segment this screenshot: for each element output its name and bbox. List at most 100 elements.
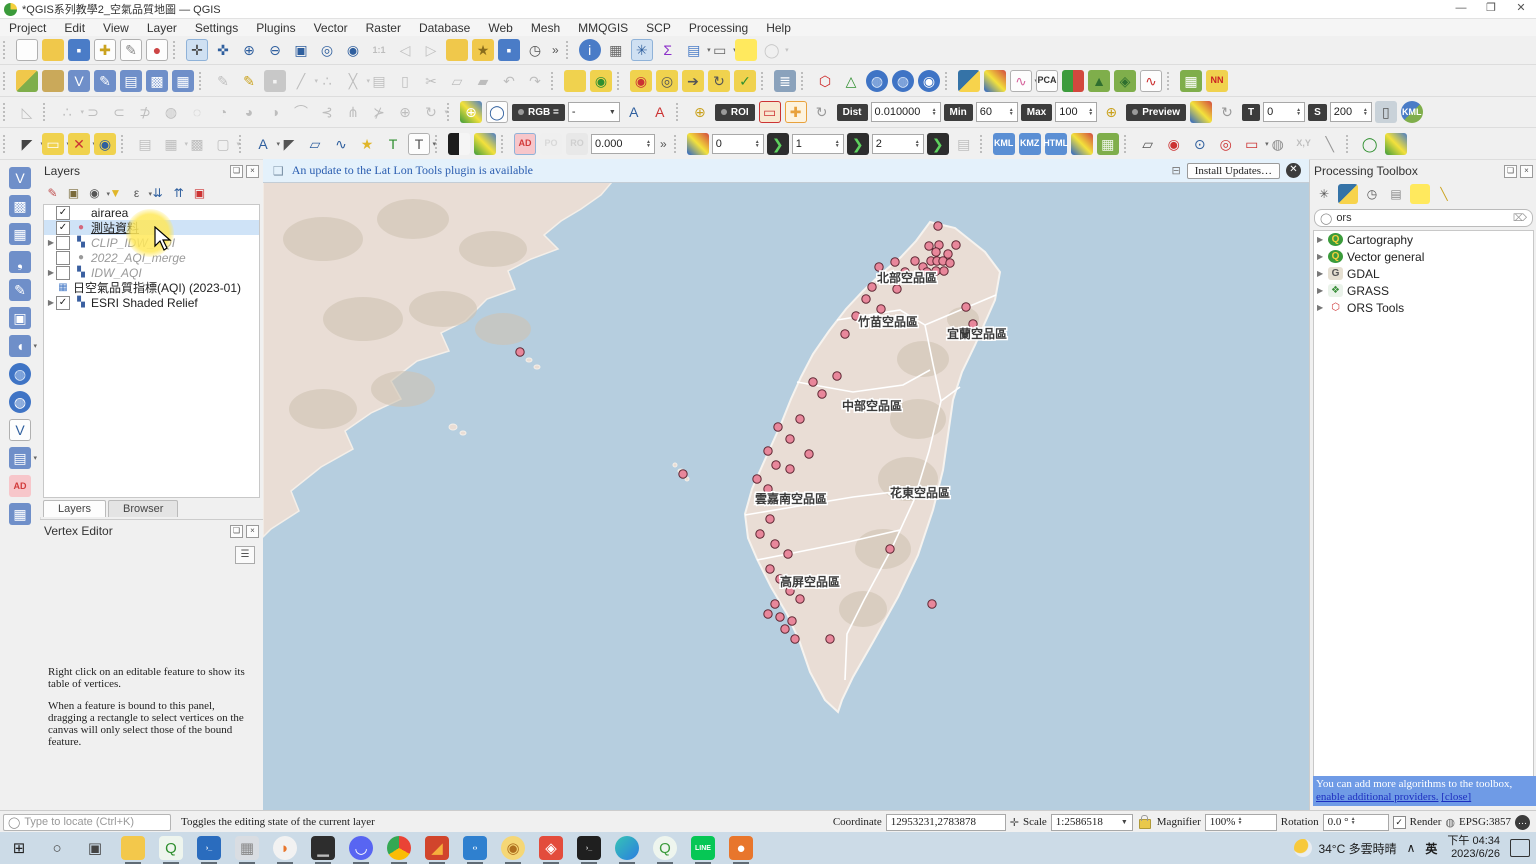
edit-in-place[interactable] <box>1410 184 1430 204</box>
app-red-diamond[interactable]: ◈ <box>539 836 563 860</box>
menu-web[interactable]: Web <box>479 21 521 35</box>
layer-item-4[interactable]: ▶▚IDW_AQI <box>44 265 259 280</box>
expand-arrow-icon[interactable]: ▶ <box>1317 303 1328 312</box>
action-center-icon[interactable] <box>1510 839 1530 857</box>
style-manager[interactable]: ● <box>146 39 168 61</box>
expand-arrow-icon[interactable]: ▶ <box>1317 252 1328 261</box>
add-wms-layer[interactable]: ◍ <box>9 363 31 385</box>
vscode[interactable]: ‹› <box>463 836 487 860</box>
monitoring-station-point[interactable] <box>818 390 826 398</box>
filter-by-expression[interactable]: ε▾ <box>127 183 146 202</box>
monitoring-station-point[interactable] <box>952 241 960 249</box>
ad-plugin[interactable]: AD <box>514 133 536 155</box>
add-geopackage-layer[interactable] <box>42 70 64 92</box>
layer-checkbox[interactable]: ✓ <box>56 206 70 220</box>
print-layout-list[interactable]: ▤▾ <box>683 39 705 61</box>
layer-label[interactable]: airarea <box>91 206 128 220</box>
layer-checkbox[interactable] <box>56 251 70 265</box>
change-label[interactable]: ✓ <box>734 70 756 92</box>
processing-group-vector-general[interactable]: ▶QVector general <box>1314 248 1533 265</box>
add-wfs-layer[interactable]: V <box>9 419 31 441</box>
terrain-shading[interactable]: ▲ <box>1088 70 1110 92</box>
layer-search[interactable]: ◯ <box>1359 133 1381 155</box>
close-button[interactable]: ✕ <box>1506 0 1536 18</box>
layer-checkbox[interactable] <box>56 236 70 250</box>
add-wms-globe[interactable]: ◍ <box>866 70 888 92</box>
expand-all[interactable]: ⇊ <box>148 183 167 202</box>
kmz-export[interactable]: KMZ <box>1019 133 1041 155</box>
monitoring-station-point[interactable] <box>911 257 919 265</box>
monitoring-station-point[interactable] <box>826 635 834 643</box>
results-log[interactable]: ▤ <box>1386 184 1406 204</box>
scp-roi-add[interactable]: ✚ <box>785 101 807 123</box>
expand-arrow-icon[interactable]: ▶ <box>1317 269 1328 278</box>
layer-checkbox[interactable]: ✓ <box>56 296 70 310</box>
monitoring-station-point[interactable] <box>877 305 885 313</box>
edge[interactable] <box>615 836 639 860</box>
scp-preview-grid[interactable] <box>1190 101 1212 123</box>
map-views[interactable]: ▪ <box>498 39 520 61</box>
menu-help[interactable]: Help <box>757 21 800 35</box>
expand-arrow-icon[interactable]: ▶ <box>1317 235 1328 244</box>
firefox[interactable]: ◗ <box>273 836 297 860</box>
toolbar-overflow-chevron[interactable]: » <box>660 137 667 151</box>
band-play-1[interactable]: ❯ <box>767 133 789 155</box>
processing-float-button[interactable]: ❏ <box>1504 165 1517 178</box>
scp-zoom-roi[interactable]: ⊕ <box>689 101 711 123</box>
install-updates-button[interactable]: Install Updates… <box>1187 163 1280 179</box>
monitoring-station-point[interactable] <box>962 303 970 311</box>
add-virtual-layer[interactable]: ▤▾ <box>9 447 31 469</box>
open-project[interactable] <box>42 39 64 61</box>
html-export[interactable]: HTML <box>1045 133 1067 155</box>
add-gpx-layer[interactable]: ✎ <box>9 279 31 301</box>
group-label[interactable]: GDAL <box>1347 267 1380 281</box>
scp-roi-rect[interactable]: ▭ <box>759 101 781 123</box>
temporal-chart[interactable]: ∿ <box>1140 70 1162 92</box>
discord[interactable]: ◡ <box>349 836 373 860</box>
magnifier-input[interactable]: 100%▲▼ <box>1205 814 1277 831</box>
close-footer-link[interactable]: [close] <box>1441 791 1471 803</box>
mmqgis-voronoi[interactable]: △ <box>840 70 862 92</box>
pale-map[interactable]: ▦ <box>1097 133 1119 155</box>
add-gpx-layer[interactable]: ✎ <box>94 70 116 92</box>
ad-plugin-left[interactable]: AD <box>9 475 31 497</box>
scp-stretch-blue[interactable]: A <box>623 101 645 123</box>
enable-providers-link[interactable]: enable additional providers. <box>1316 791 1439 803</box>
minimize-button[interactable]: — <box>1446 0 1476 18</box>
band-play-2[interactable]: ❯ <box>847 133 869 155</box>
map-tips[interactable] <box>735 39 757 61</box>
group-label[interactable]: ORS Tools <box>1347 301 1404 315</box>
monitoring-station-point[interactable] <box>772 461 780 469</box>
select-by-location[interactable]: ◉ <box>94 133 116 155</box>
menu-layer[interactable]: Layer <box>138 21 186 35</box>
monitoring-station-point[interactable] <box>925 242 933 250</box>
search-button[interactable]: ○ <box>45 836 69 860</box>
add-virtual-layer[interactable]: ▤ <box>120 70 142 92</box>
coordinate-input[interactable]: 12953231,2783878 <box>886 814 1006 831</box>
open-data-source-manager[interactable] <box>16 70 38 92</box>
task-view-button[interactable]: ▣ <box>83 836 107 860</box>
app-orange[interactable]: ● <box>729 836 753 860</box>
profile-tool[interactable]: ∿▾ <box>1010 70 1032 92</box>
rotate-label[interactable]: ↻ <box>708 70 730 92</box>
expand-arrow-icon[interactable]: ▶ <box>1317 286 1328 295</box>
layer-item-6[interactable]: ▶✓▚ESRI Shaded Relief <box>44 295 259 310</box>
toolbar-input[interactable]: 0▲▼ <box>712 134 764 154</box>
add-star-annotation[interactable]: ★ <box>356 133 378 155</box>
band-play-3[interactable]: ❯ <box>927 133 949 155</box>
powershell[interactable]: ›_ <box>197 836 221 860</box>
layer-label[interactable]: 日空氣品質指標(AQI) (2023-01) <box>73 279 241 296</box>
rotation-input[interactable]: 0.0 °▲▼ <box>1323 814 1389 831</box>
cmd-window[interactable]: ▁ <box>311 836 335 860</box>
expand-arrow-icon[interactable]: ▶ <box>46 298 56 307</box>
zoom-to-layer[interactable]: ◉ <box>342 39 364 61</box>
new-project[interactable] <box>16 39 38 61</box>
layer-label[interactable]: 2022_AQI_merge <box>91 251 186 265</box>
monitoring-station-point[interactable] <box>771 540 779 548</box>
processing-group-gdal[interactable]: ▶GGDAL <box>1314 265 1533 282</box>
layer-labeling[interactable] <box>564 70 586 92</box>
line-app[interactable]: LINE <box>691 836 715 860</box>
layer-checkbox[interactable] <box>56 266 70 280</box>
monitoring-station-point[interactable] <box>764 447 772 455</box>
map-canvas[interactable]: ❑ An update to the Lat Lon Tools plugin … <box>263 159 1309 810</box>
